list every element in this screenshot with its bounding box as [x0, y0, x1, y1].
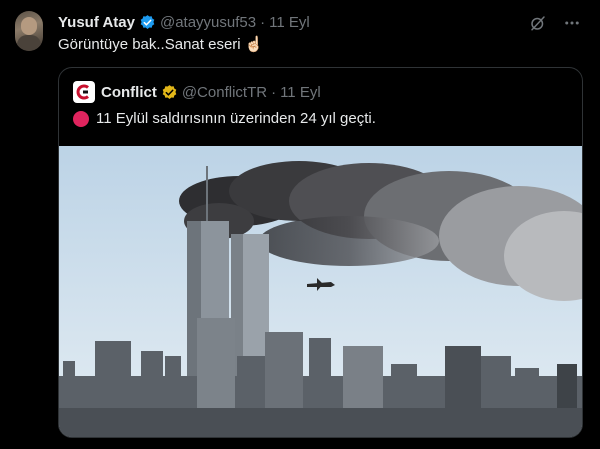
- quoted-text-body: 11 Eylül saldırısının üzerinden 24 yıl g…: [96, 110, 376, 127]
- author-name[interactable]: Yusuf Atay: [58, 14, 135, 31]
- separator-dot: ·: [260, 13, 266, 31]
- pointing-up-emoji: ☝🏻: [244, 36, 264, 53]
- tweet-time[interactable]: 11 Eyl: [269, 14, 310, 31]
- tweet-actions: [528, 13, 582, 33]
- conflict-logo-icon: [76, 84, 89, 100]
- quoted-photo[interactable]: [59, 146, 583, 438]
- red-circle-emoji: [73, 110, 89, 127]
- verified-badge-icon: [140, 14, 155, 29]
- author-handle[interactable]: @atayyusuf53: [160, 14, 256, 31]
- grok-icon: [531, 16, 545, 31]
- author-avatar[interactable]: [15, 11, 43, 51]
- quoted-time[interactable]: 11 Eyl: [280, 84, 321, 101]
- conflict-avatar[interactable]: [73, 81, 95, 103]
- tweet-text: Görüntüye bak..Sanat eseri ☝🏻: [58, 35, 263, 53]
- quoted-separator-dot: ·: [271, 83, 277, 101]
- photo-foreground: [59, 408, 582, 437]
- grok-button[interactable]: [528, 13, 548, 33]
- gold-verified-badge-icon: [162, 84, 177, 99]
- quoted-tweet[interactable]: Conflict @ConflictTR · 11 Eyl 11 Eylül s…: [58, 67, 583, 438]
- more-icon: [565, 21, 579, 25]
- quoted-author-name[interactable]: Conflict: [101, 84, 157, 101]
- tweet-text-body: Görüntüye bak..Sanat eseri: [58, 36, 241, 53]
- avatar-head: [21, 17, 37, 35]
- more-button[interactable]: [562, 13, 582, 33]
- quoted-handle[interactable]: @ConflictTR: [182, 84, 267, 101]
- quoted-header: Conflict @ConflictTR · 11 Eyl: [73, 81, 321, 103]
- quoted-text: 11 Eylül saldırısının üzerinden 24 yıl g…: [73, 110, 376, 127]
- tweet-header: Yusuf Atay @atayyusuf53 · 11 Eyl: [58, 12, 310, 32]
- avatar-body: [17, 35, 41, 51]
